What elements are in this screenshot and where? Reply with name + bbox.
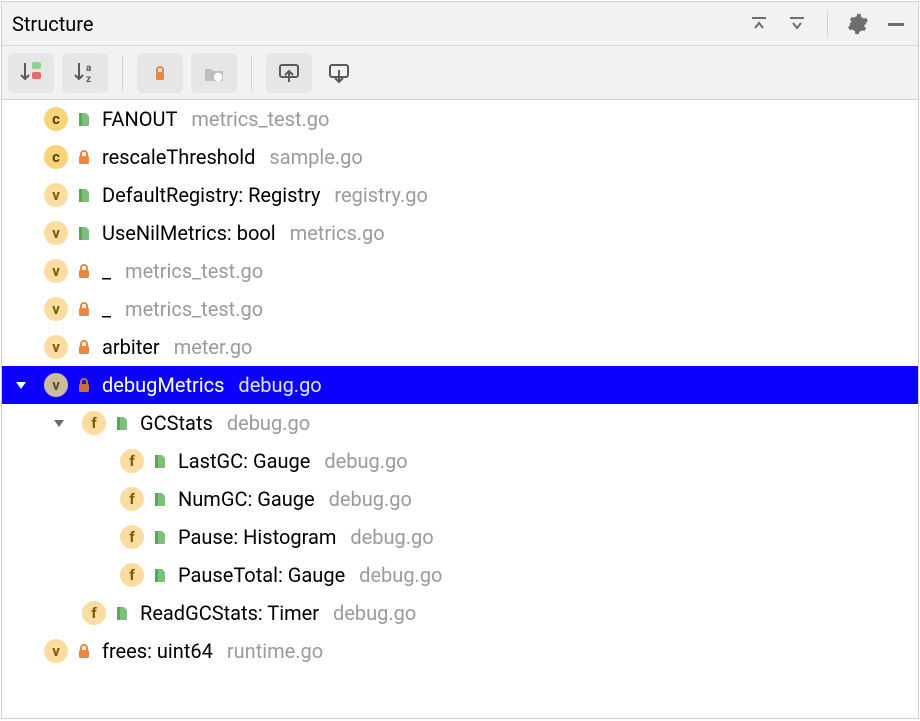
titlebar-divider (827, 11, 828, 37)
symbol-file: debug.go (324, 449, 407, 473)
symbol-name: PauseTotal: Gauge (178, 563, 345, 587)
symbol-name: frees: uint64 (102, 639, 213, 663)
private-icon (76, 376, 92, 394)
symbol-file: debug.go (329, 487, 412, 511)
kind-badge-icon: v (44, 297, 68, 321)
sort-alpha-button[interactable]: a z (62, 53, 108, 93)
expand-all-icon[interactable] (747, 12, 771, 36)
tree-row[interactable]: f LastGC: Gauge debug.go (2, 442, 918, 480)
symbol-file: debug.go (333, 601, 416, 625)
kind-badge-icon: v (44, 221, 68, 245)
tree-row[interactable]: f ReadGCStats: Timer debug.go (2, 594, 918, 632)
private-icon (76, 262, 92, 280)
private-icon (76, 642, 92, 660)
titlebar: Structure (2, 2, 918, 46)
svg-text:a: a (86, 63, 92, 74)
tree-row[interactable]: f NumGC: Gauge debug.go (2, 480, 918, 518)
symbol-name: rescaleThreshold (102, 145, 255, 169)
tree-row[interactable]: v debugMetrics debug.go (2, 366, 918, 404)
symbol-name: ReadGCStats: Timer (140, 601, 319, 625)
public-icon (76, 224, 92, 242)
kind-badge-icon: c (44, 145, 68, 169)
collapse-all-icon[interactable] (785, 12, 809, 36)
kind-badge-icon: f (120, 449, 144, 473)
symbol-file: metrics_test.go (191, 107, 329, 131)
symbol-name: Pause: Histogram (178, 525, 336, 549)
show-private-button[interactable] (137, 53, 183, 93)
tree-row[interactable]: c rescaleThreshold sample.go (2, 138, 918, 176)
kind-badge-icon: v (44, 639, 68, 663)
tree-row[interactable]: v DefaultRegistry: Registry registry.go (2, 176, 918, 214)
private-icon (76, 300, 92, 318)
kind-badge-icon: c (44, 107, 68, 131)
public-icon (152, 528, 168, 546)
symbol-file: debug.go (359, 563, 442, 587)
public-icon (114, 604, 130, 622)
kind-badge-icon: f (82, 601, 106, 625)
symbol-file: metrics_test.go (125, 259, 263, 283)
symbol-file: sample.go (269, 145, 362, 169)
autoscroll-from-source-button[interactable] (320, 53, 358, 93)
public-icon (76, 186, 92, 204)
symbol-file: registry.go (334, 183, 427, 207)
expand-arrow-icon[interactable] (46, 417, 72, 429)
tree-row[interactable]: f PauseTotal: Gauge debug.go (2, 556, 918, 594)
symbol-file: runtime.go (227, 639, 323, 663)
package-view-button[interactable] (191, 53, 237, 93)
symbol-file: debug.go (227, 411, 310, 435)
tree-row[interactable]: v frees: uint64 runtime.go (2, 632, 918, 670)
kind-badge-icon: v (44, 183, 68, 207)
public-icon (152, 490, 168, 508)
kind-badge-icon: f (120, 563, 144, 587)
kind-badge-icon: f (120, 525, 144, 549)
symbol-file: debug.go (238, 373, 321, 397)
kind-badge-icon: f (120, 487, 144, 511)
tree-row[interactable]: v UseNilMetrics: bool metrics.go (2, 214, 918, 252)
tree-row[interactable]: v _ metrics_test.go (2, 252, 918, 290)
symbol-name: arbiter (102, 335, 160, 359)
structure-panel: Structure (1, 1, 919, 719)
symbol-name: NumGC: Gauge (178, 487, 315, 511)
tree-row[interactable]: f GCStats debug.go (2, 404, 918, 442)
symbol-file: debug.go (350, 525, 433, 549)
svg-text:z: z (86, 74, 91, 85)
panel-title: Structure (12, 12, 747, 36)
symbol-name: DefaultRegistry: Registry (102, 183, 320, 207)
public-icon (76, 110, 92, 128)
symbol-name: _ (102, 297, 111, 321)
symbol-file: metrics_test.go (125, 297, 263, 321)
symbol-file: meter.go (174, 335, 253, 359)
symbol-name: GCStats (140, 411, 213, 435)
private-icon (76, 148, 92, 166)
toolbar: a z (2, 46, 918, 100)
tree-row[interactable]: f Pause: Histogram debug.go (2, 518, 918, 556)
private-icon (76, 338, 92, 356)
structure-tree[interactable]: cFANOUTmetrics_test.gocrescaleThresholds… (2, 100, 918, 718)
tree-row[interactable]: c FANOUT metrics_test.go (2, 100, 918, 138)
sort-visibility-button[interactable] (8, 53, 54, 93)
kind-badge-icon: v (44, 335, 68, 359)
symbol-name: _ (102, 259, 111, 283)
symbol-name: UseNilMetrics: bool (102, 221, 276, 245)
symbol-name: FANOUT (102, 107, 177, 131)
public-icon (152, 566, 168, 584)
hide-icon[interactable] (884, 12, 908, 36)
gear-icon[interactable] (846, 12, 870, 36)
public-icon (152, 452, 168, 470)
tree-row[interactable]: v _ metrics_test.go (2, 290, 918, 328)
toolbar-divider-1 (122, 55, 123, 91)
toolbar-divider-2 (251, 55, 252, 91)
expand-arrow-icon[interactable] (8, 379, 34, 391)
symbol-file: metrics.go (290, 221, 385, 245)
kind-badge-icon: f (82, 411, 106, 435)
symbol-name: debugMetrics (102, 373, 224, 397)
kind-badge-icon: v (44, 373, 68, 397)
symbol-name: LastGC: Gauge (178, 449, 310, 473)
tree-row[interactable]: v arbiter meter.go (2, 328, 918, 366)
public-icon (114, 414, 130, 432)
autoscroll-to-source-button[interactable] (266, 53, 312, 93)
titlebar-actions (747, 11, 908, 37)
kind-badge-icon: v (44, 259, 68, 283)
